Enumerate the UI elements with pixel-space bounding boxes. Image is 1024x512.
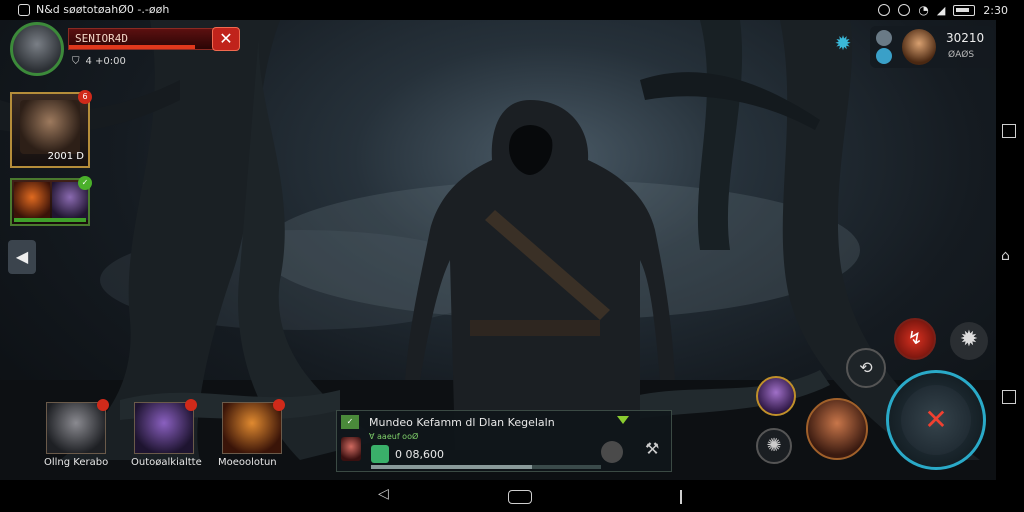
hero-level: 2001 D <box>47 151 84 162</box>
quest-progress-bar <box>371 465 601 469</box>
player-panel: SENIOR4D ✕ ⛉ 4 +0:00 <box>10 22 242 78</box>
gem-icon <box>371 445 389 463</box>
gem-icon <box>876 48 892 64</box>
android-nav-right: ⌂ <box>996 20 1024 480</box>
status-left-text: N&d søøtotøahØ0 -.-øøh <box>36 3 170 16</box>
quest-title: Mundeo Kefamm dl Dlan Kegelaln <box>369 416 555 429</box>
hp-bar-fill <box>69 45 195 49</box>
quest-arrow-icon[interactable] <box>617 416 629 424</box>
status-left: N&d søøtotøahØ0 -.-øøh <box>18 3 169 16</box>
player-name-bar: SENIOR4D <box>68 28 218 50</box>
gear-icon[interactable]: ✹ <box>832 32 854 54</box>
sword-attack-icon: ✕ <box>901 385 971 455</box>
notification-badge <box>97 399 109 411</box>
hero-portrait <box>20 100 80 154</box>
notification-icon <box>18 3 30 16</box>
shield-icon: ⛉ <box>72 56 80 67</box>
recents-icon[interactable] <box>680 490 682 504</box>
squad-hp-bar <box>14 218 86 222</box>
wifi-icon: ◔ <box>918 3 929 17</box>
status-right: ◔ ◢ 2:30 <box>878 3 1008 17</box>
home-button[interactable] <box>508 490 532 504</box>
player-name: SENIOR4D <box>75 32 128 45</box>
squad-card[interactable]: ✓ <box>10 176 92 226</box>
skill-button-fire[interactable]: ↯ <box>894 318 936 360</box>
sync-icon <box>878 4 891 16</box>
home-icon[interactable]: ⌂ <box>1001 248 1010 264</box>
hero-badge: 6 <box>78 90 92 104</box>
quest-subtitle: Ɐ aaeuf ooØ <box>369 432 419 441</box>
notification-badge <box>185 399 197 411</box>
character-slot-2[interactable] <box>134 399 197 454</box>
top-right-sub: ØAØS <box>948 50 975 60</box>
hero-card[interactable]: 6 2001 D <box>10 90 92 168</box>
character-name-3: Moeoolotun <box>218 457 277 468</box>
character-name-1: Ollng Kerabo <box>44 457 109 468</box>
status-bar: N&d søøtotøahØ0 -.-øøh ◔ ◢ 2:30 <box>0 0 1024 20</box>
quest-tool-icon[interactable]: ⚒ <box>645 439 667 463</box>
back-icon[interactable]: ◁ <box>378 486 389 502</box>
character-slot-3[interactable] <box>222 399 285 454</box>
signal-icon: ◢ <box>936 3 946 17</box>
quest-panel[interactable]: ✓ Mundeo Kefamm dl Dlan Kegelaln Ɐ aaeuf… <box>336 410 672 472</box>
quest-value: 0 08,600 <box>395 448 444 461</box>
opponent-avatar[interactable] <box>902 29 936 65</box>
upgrade-badge-icon: ✓ <box>78 176 92 190</box>
skill-button-hero[interactable] <box>806 398 868 460</box>
player-avatar[interactable] <box>10 22 64 76</box>
quest-icon: ✓ <box>341 415 359 429</box>
recent-apps-icon[interactable] <box>1002 124 1016 138</box>
quest-settings-icon[interactable] <box>601 441 623 463</box>
battery-icon <box>953 4 976 16</box>
quest-progress-fill <box>371 465 532 469</box>
quest-giver-avatar <box>341 437 361 461</box>
skill-button-gear[interactable]: ✺ <box>756 428 792 464</box>
character-slot-1[interactable] <box>46 399 109 454</box>
close-button[interactable]: ✕ <box>212 27 240 51</box>
player-sub-line: ⛉ 4 +0:00 <box>72 56 126 67</box>
top-right-value: 30210 <box>946 31 985 45</box>
character-name-2: Outoøalkialtte <box>131 457 202 468</box>
top-right-panel: 30210 ØAØS <box>870 26 994 68</box>
player-sub-text: 4 +0:00 <box>85 56 126 67</box>
attack-button[interactable]: ✕ <box>886 370 986 470</box>
squad-member-1 <box>14 182 50 220</box>
skill-button-summon[interactable] <box>756 376 796 416</box>
notification-badge <box>273 399 285 411</box>
square-icon[interactable] <box>1002 390 1016 404</box>
chevron-left-icon[interactable]: ◀ <box>8 240 36 274</box>
clock: 2:30 <box>983 3 1008 17</box>
android-nav-bottom: ◁ <box>0 480 1024 512</box>
skill-button-whistle[interactable]: ⟲ <box>846 348 886 388</box>
shield-small-icon <box>876 30 892 46</box>
alarm-icon <box>898 4 911 16</box>
settings-button[interactable]: ✹ <box>950 322 988 360</box>
